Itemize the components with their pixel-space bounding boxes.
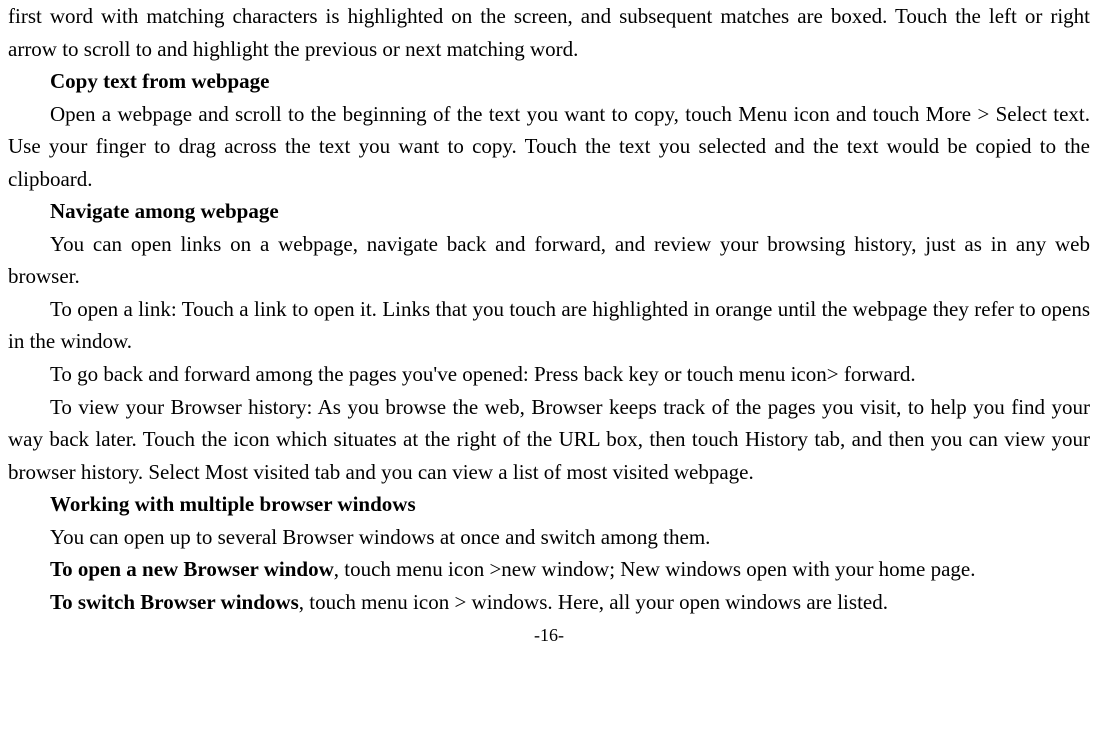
paragraph-history: To view your Browser history: As you bro… (8, 391, 1090, 489)
paragraph-copy-text: Open a webpage and scroll to the beginni… (8, 98, 1090, 196)
label-switch-windows: To switch Browser windows (50, 590, 299, 614)
page-number: -16- (8, 622, 1090, 650)
text-switch-windows: , touch menu icon > windows. Here, all y… (299, 590, 888, 614)
label-new-window: To open a new Browser window (50, 557, 334, 581)
heading-navigate: Navigate among webpage (8, 195, 1090, 228)
paragraph-multiple-windows: You can open up to several Browser windo… (8, 521, 1090, 554)
paragraph-new-window: To open a new Browser window, touch menu… (8, 553, 1090, 586)
text-new-window: , touch menu icon >new window; New windo… (334, 557, 976, 581)
paragraph-navigate-intro: You can open links on a webpage, navigat… (8, 228, 1090, 293)
heading-copy-text: Copy text from webpage (8, 65, 1090, 98)
paragraph-back-forward: To go back and forward among the pages y… (8, 358, 1090, 391)
paragraph-switch-windows: To switch Browser windows, touch menu ic… (8, 586, 1090, 619)
paragraph-open-link: To open a link: Touch a link to open it.… (8, 293, 1090, 358)
heading-multiple-windows: Working with multiple browser windows (8, 488, 1090, 521)
document-page: first word with matching characters is h… (0, 0, 1098, 650)
paragraph-intro: first word with matching characters is h… (8, 0, 1090, 65)
